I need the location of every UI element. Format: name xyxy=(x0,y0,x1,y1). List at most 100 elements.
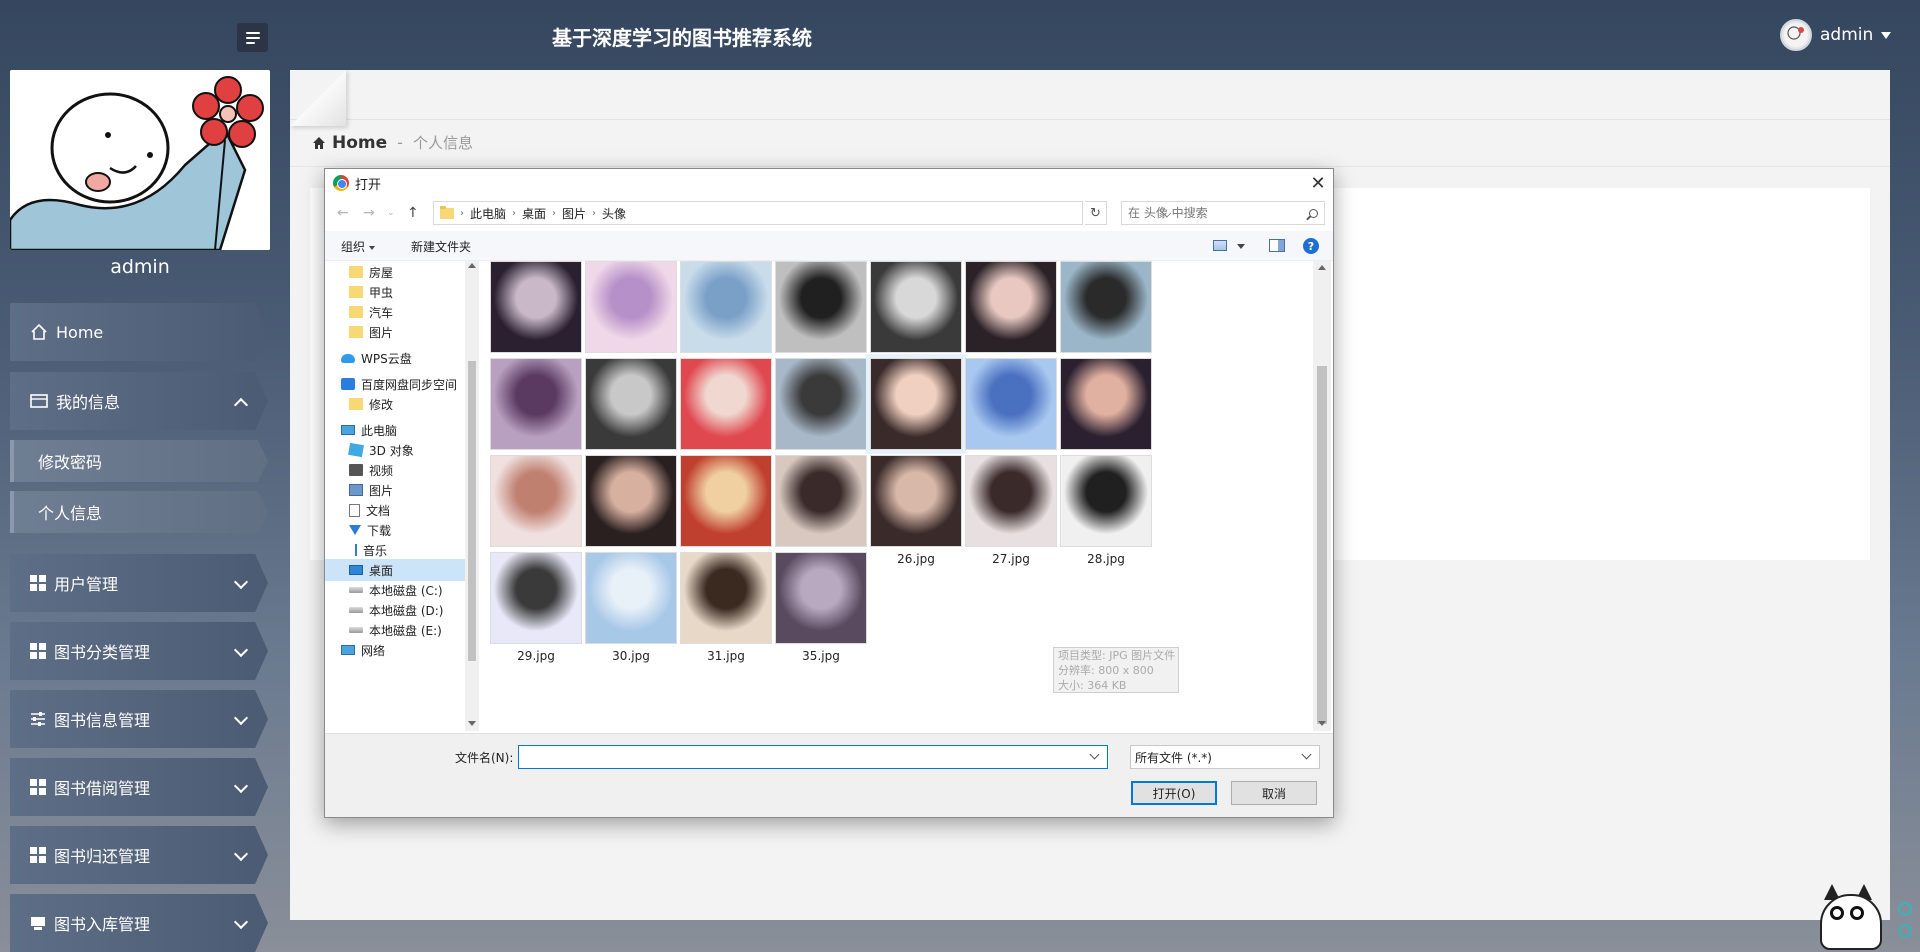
sidebar-item-book-stock[interactable]: 图书入库管理 xyxy=(10,894,268,952)
nav-item[interactable]: 网络 xyxy=(325,639,465,661)
filename-input[interactable] xyxy=(518,745,1108,769)
file-tile[interactable]: 9.jpg xyxy=(576,261,677,372)
file-tile[interactable]: 14.jpg xyxy=(1051,261,1152,372)
file-tile[interactable]: 28.jpg xyxy=(1051,455,1152,566)
file-tile[interactable]: 30.jpg xyxy=(576,552,677,663)
file-type-select[interactable]: 所有文件 (*.*) xyxy=(1130,745,1320,769)
menu-toggle-icon[interactable] xyxy=(237,23,268,52)
preview-pane-icon[interactable] xyxy=(1269,239,1285,252)
file-tile[interactable]: 25.jpg xyxy=(766,455,867,566)
caret-down-icon[interactable] xyxy=(1237,244,1245,249)
mascot-widget[interactable] xyxy=(1810,884,1912,952)
breadcrumb-home[interactable]: Home xyxy=(332,133,387,153)
nav-item[interactable]: 音乐 xyxy=(325,539,465,561)
file-tile[interactable]: 21.jpg xyxy=(1051,358,1152,469)
dialog-titlebar[interactable]: 打开 xyxy=(325,169,1333,197)
file-tile[interactable]: 12.jpg xyxy=(861,261,962,372)
organize-button[interactable]: 组织 xyxy=(341,238,376,255)
user-menu[interactable]: admin xyxy=(1780,18,1892,52)
close-icon[interactable]: ✕ xyxy=(1303,169,1333,197)
file-tile[interactable]: 16.jpg xyxy=(576,358,677,469)
cancel-button[interactable]: 取消 xyxy=(1231,781,1317,805)
sidebar-item-my-info[interactable]: 我的信息 xyxy=(10,372,268,430)
sidebar-item-book-return[interactable]: 图书归还管理 xyxy=(10,826,268,884)
new-folder-button[interactable]: 新建文件夹 xyxy=(411,238,471,255)
file-tile[interactable]: 19.jpg xyxy=(861,354,966,469)
file-tile[interactable]: 31.jpg xyxy=(671,552,772,663)
sidebar-item-book-category[interactable]: 图书分类管理 xyxy=(10,622,268,680)
search-box[interactable] xyxy=(1121,201,1325,225)
sidebar-item-label: 我的信息 xyxy=(56,393,121,412)
tooltip-line: 大小: 364 KB xyxy=(1058,679,1127,692)
folder-icon xyxy=(349,326,363,338)
nav-item[interactable]: 百度网盘同步空间 xyxy=(325,373,465,395)
address-bar[interactable]: › 此电脑 › 桌面 › 图片 › 头像 xyxy=(433,201,1172,225)
file-tile[interactable]: 20.jpg xyxy=(956,358,1057,469)
nav-item[interactable]: 房屋 xyxy=(325,261,465,283)
file-scrollbar[interactable] xyxy=(1313,261,1331,731)
mascot-button-icon[interactable] xyxy=(1898,924,1912,938)
file-name: 31.jpg xyxy=(707,649,745,663)
file-tile[interactable]: 11.jpg xyxy=(766,261,867,372)
file-tile[interactable]: 15.jpg xyxy=(481,358,582,469)
search-input[interactable] xyxy=(1128,206,1298,220)
nav-item-label: 视频 xyxy=(369,463,394,478)
sidebar-item-user-management[interactable]: 用户管理 xyxy=(10,554,268,612)
navigation-pane: 房屋 甲虫 汽车 图片 WPS云盘 百度网盘同步空间 修改 此电脑 3D 对象 视频 图片 文档 下载音… xyxy=(325,261,465,731)
sidebar-item-home[interactable]: Home xyxy=(10,303,268,361)
sidebar-item-label: 图书入库管理 xyxy=(54,915,151,934)
file-tile[interactable]: 29.jpg xyxy=(481,552,582,663)
file-tile[interactable]: 35.jpg xyxy=(766,552,867,663)
nav-item[interactable]: 汽车 xyxy=(325,301,465,323)
chevron-down-icon xyxy=(233,914,249,930)
view-mode-icon[interactable] xyxy=(1213,240,1227,251)
file-tile[interactable]: 18.jpg xyxy=(766,358,867,469)
file-tile[interactable]: 27.jpg xyxy=(956,455,1057,566)
nav-item[interactable]: 下载 xyxy=(325,519,465,541)
nav-item-label: 文档 xyxy=(366,503,391,518)
path-segment[interactable]: 图片 xyxy=(562,205,586,222)
path-segment[interactable]: 头像 xyxy=(602,205,626,222)
file-tile[interactable]: 13.jpg xyxy=(956,261,1057,372)
file-tile[interactable]: 17.jpg xyxy=(671,358,772,469)
nav-item[interactable]: 本地磁盘 (D:) xyxy=(325,599,465,621)
nav-item[interactable]: 甲虫 xyxy=(325,281,465,303)
nav-item[interactable]: 图片 xyxy=(325,321,465,343)
nav-item[interactable]: 本地磁盘 (E:) xyxy=(325,619,465,641)
nav-item[interactable]: WPS云盘 xyxy=(325,347,465,369)
nav-item[interactable]: 视频 xyxy=(325,459,465,481)
breadcrumb-current: 个人信息 xyxy=(412,134,473,152)
file-tile[interactable]: 24.jpg xyxy=(671,455,772,566)
mascot-button-icon[interactable] xyxy=(1898,902,1912,916)
nav-item[interactable]: 图片 xyxy=(325,479,465,501)
file-tile[interactable]: 8.jpg xyxy=(481,261,582,372)
file-tile[interactable]: 10.jpg xyxy=(671,261,772,372)
path-segment[interactable]: 桌面 xyxy=(522,205,546,222)
back-arrow-icon[interactable]: ← xyxy=(337,205,349,221)
image-thumbnail xyxy=(1060,261,1152,353)
breadcrumb-separator: - xyxy=(397,133,403,152)
nav-item[interactable]: 文档 xyxy=(325,499,465,521)
file-tile[interactable]: 22.jpg xyxy=(481,455,582,566)
refresh-icon[interactable]: ↻ xyxy=(1085,201,1107,225)
recent-dropdown-icon[interactable]: ⌄ xyxy=(387,208,395,218)
open-button[interactable]: 打开(O) xyxy=(1131,781,1217,805)
nav-item[interactable]: 此电脑 xyxy=(325,419,465,441)
up-arrow-icon[interactable]: ↑ xyxy=(407,205,419,221)
nav-item[interactable]: 桌面 xyxy=(325,559,465,581)
nav-item[interactable]: 修改 xyxy=(325,393,465,415)
chevron-down-icon xyxy=(233,642,249,658)
file-name: 29.jpg xyxy=(517,649,555,663)
file-tile[interactable]: 23.jpg xyxy=(576,455,677,566)
path-segment[interactable]: 此电脑 xyxy=(470,205,506,222)
sidebar-item-book-borrow[interactable]: 图书借阅管理 xyxy=(10,758,268,816)
nav-item[interactable]: 3D 对象 xyxy=(325,439,465,461)
sidebar-item-change-password[interactable]: 修改密码 xyxy=(10,440,268,482)
sidebar-item-book-info[interactable]: 图书信息管理 xyxy=(10,690,268,748)
file-tile[interactable]: 26.jpg xyxy=(861,455,962,566)
help-icon[interactable]: ? xyxy=(1303,238,1319,254)
forward-arrow-icon[interactable]: → xyxy=(363,205,375,221)
nav-item[interactable]: 本地磁盘 (C:) xyxy=(325,579,465,601)
sidebar-item-personal-info[interactable]: 个人信息 xyxy=(10,491,268,533)
nav-scrollbar[interactable] xyxy=(465,261,479,731)
